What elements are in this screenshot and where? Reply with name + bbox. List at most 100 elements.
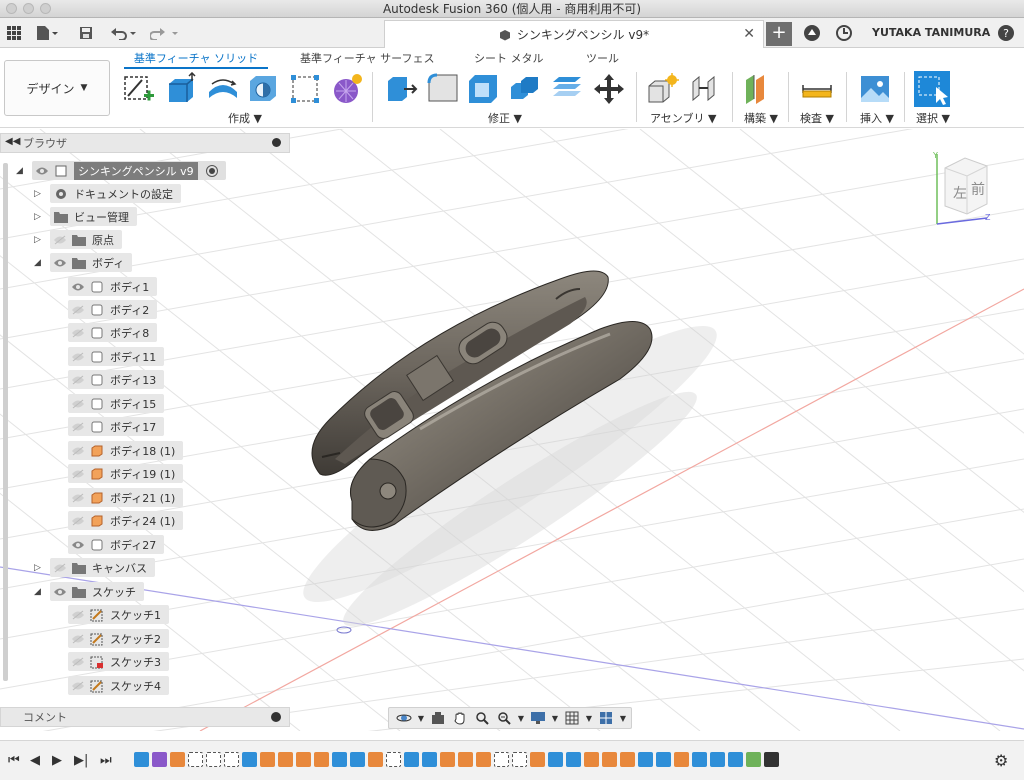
- new-component-icon[interactable]: [646, 72, 680, 106]
- hidden-eye-icon[interactable]: [70, 514, 86, 528]
- select-group-label[interactable]: 選択 ▼: [916, 110, 950, 126]
- tree-root-item[interactable]: ◢ シンキングペンシル v9: [16, 161, 226, 180]
- timeline-feature-icon[interactable]: [656, 752, 671, 767]
- timeline-feature-icon[interactable]: [296, 752, 311, 767]
- timeline-feature-icon[interactable]: [368, 752, 383, 767]
- hidden-eye-icon[interactable]: [70, 303, 86, 317]
- collapse-panel-icon[interactable]: ◀◀: [5, 136, 20, 147]
- move-copy-icon[interactable]: [592, 72, 626, 106]
- hidden-eye-icon[interactable]: [70, 467, 86, 481]
- timeline-feature-icon[interactable]: [386, 752, 401, 767]
- insert-image-icon[interactable]: [858, 72, 892, 106]
- chevron-down-icon[interactable]: ▼: [585, 710, 593, 726]
- browser-panel-header[interactable]: ◀◀ ブラウザ: [0, 133, 290, 153]
- help-icon[interactable]: ?: [996, 23, 1016, 43]
- timeline-feature-icon[interactable]: [188, 752, 203, 767]
- step-forward-icon[interactable]: ▶|: [74, 753, 88, 768]
- expand-arrow-icon[interactable]: ▷: [34, 212, 41, 222]
- inspect-group-label[interactable]: 検査 ▼: [800, 110, 834, 126]
- timeline-feature-icon[interactable]: [494, 752, 509, 767]
- modify-group-label[interactable]: 修正 ▼: [488, 110, 522, 126]
- history-clock-icon[interactable]: [834, 23, 854, 43]
- hidden-eye-icon[interactable]: [70, 632, 86, 646]
- comments-panel-header[interactable]: コメント: [0, 707, 290, 727]
- visibility-eye-icon[interactable]: [70, 538, 86, 552]
- tree-item-sketch[interactable]: スケッチ4: [68, 676, 169, 695]
- create-group-label[interactable]: 作成 ▼: [228, 110, 262, 126]
- revolve-icon[interactable]: [206, 72, 240, 106]
- timeline-feature-icon[interactable]: [278, 752, 293, 767]
- timeline-feature-icon[interactable]: [764, 752, 779, 767]
- timeline-feature-icon[interactable]: [584, 752, 599, 767]
- tree-item-sketch[interactable]: スケッチ2: [68, 629, 169, 648]
- joint-icon[interactable]: [688, 72, 722, 106]
- skip-to-end-icon[interactable]: ⏭: [100, 753, 112, 768]
- display-settings-icon[interactable]: [529, 710, 547, 726]
- chevron-down-icon[interactable]: ▼: [417, 710, 425, 726]
- construct-group-label[interactable]: 構築 ▼: [744, 110, 778, 126]
- timeline-feature-icon[interactable]: [170, 752, 185, 767]
- timeline-feature-icon[interactable]: [224, 752, 239, 767]
- tab-sheet-metal[interactable]: シート メタル: [474, 50, 544, 66]
- timeline-settings-gear-icon[interactable]: ⚙: [994, 751, 1008, 770]
- close-tab-icon[interactable]: ✕: [743, 26, 755, 42]
- add-comment-icon[interactable]: [271, 712, 281, 722]
- tree-item-body[interactable]: ボディ11: [68, 347, 165, 366]
- timeline-feature-icon[interactable]: [134, 752, 149, 767]
- expand-arrow-icon[interactable]: ▷: [34, 563, 41, 573]
- play-icon[interactable]: ▶: [52, 753, 62, 768]
- tree-item-sketch-locked[interactable]: スケッチ3: [68, 652, 169, 671]
- save-icon[interactable]: [76, 23, 96, 43]
- new-tab-button[interactable]: +: [766, 22, 792, 46]
- undo-icon[interactable]: [108, 23, 140, 43]
- tree-item-document-settings[interactable]: ▷ ドキュメントの設定: [34, 184, 181, 203]
- timeline-feature-icon[interactable]: [566, 752, 581, 767]
- chevron-down-icon[interactable]: ▼: [619, 710, 627, 726]
- timeline-feature-icon[interactable]: [152, 752, 167, 767]
- combine-icon[interactable]: [508, 72, 542, 106]
- window-controls[interactable]: [6, 3, 51, 14]
- expand-arrow-icon[interactable]: ◢: [16, 166, 23, 176]
- timeline-feature-icon[interactable]: [350, 752, 365, 767]
- rectangular-pattern-icon[interactable]: [288, 72, 322, 106]
- collapse-arrow-icon[interactable]: ◢: [34, 587, 41, 597]
- skip-to-start-icon[interactable]: ⏮: [8, 753, 20, 768]
- create-sketch-icon[interactable]: [122, 72, 156, 106]
- expand-arrow-icon[interactable]: ▷: [34, 235, 41, 245]
- visibility-eye-icon[interactable]: [52, 585, 68, 599]
- tab-surface[interactable]: 基準フィーチャ サーフェス: [300, 50, 435, 66]
- tree-item-origin[interactable]: ▷ 原点: [34, 230, 122, 249]
- tree-item-body[interactable]: ボディ15: [68, 394, 165, 413]
- hole-icon[interactable]: [246, 72, 280, 106]
- tree-item-body[interactable]: ボディ2: [68, 300, 158, 319]
- tree-item-sketch[interactable]: スケッチ1: [68, 605, 169, 624]
- timeline-feature-icon[interactable]: [638, 752, 653, 767]
- panel-pin-icon[interactable]: [272, 138, 281, 147]
- hidden-eye-icon[interactable]: [52, 561, 68, 575]
- hidden-eye-icon[interactable]: [70, 608, 86, 622]
- insert-group-label[interactable]: 挿入 ▼: [860, 110, 894, 126]
- timeline-feature-icon[interactable]: [710, 752, 725, 767]
- hidden-eye-icon[interactable]: [70, 444, 86, 458]
- measure-icon[interactable]: [800, 72, 834, 106]
- tree-item-body[interactable]: ボディ27: [68, 535, 165, 554]
- grid-settings-icon[interactable]: [563, 710, 581, 726]
- collapse-arrow-icon[interactable]: ◢: [34, 258, 41, 268]
- hidden-eye-icon[interactable]: [70, 373, 86, 387]
- view-cube-front-face[interactable]: 前: [971, 181, 985, 198]
- view-cube-left-face[interactable]: 左: [953, 186, 967, 202]
- hidden-eye-icon[interactable]: [70, 491, 86, 505]
- timeline-feature-icon[interactable]: [206, 752, 221, 767]
- tree-item-sketches[interactable]: ◢ スケッチ: [34, 582, 144, 601]
- hidden-eye-icon[interactable]: [70, 397, 86, 411]
- tree-item-body-linked[interactable]: ボディ24 (1): [68, 511, 184, 530]
- document-tab[interactable]: シンキングペンシル v9* ✕: [384, 20, 764, 48]
- file-menu-icon[interactable]: [32, 23, 62, 43]
- timeline-feature-icon[interactable]: [458, 752, 473, 767]
- tree-item-bodies[interactable]: ◢ ボディ: [34, 253, 133, 272]
- tree-item-body[interactable]: ボディ1: [68, 277, 158, 296]
- tab-tools[interactable]: ツール: [586, 50, 619, 66]
- hidden-eye-icon[interactable]: [70, 655, 86, 669]
- timeline-feature-icon[interactable]: [512, 752, 527, 767]
- zoom-icon[interactable]: [473, 710, 491, 726]
